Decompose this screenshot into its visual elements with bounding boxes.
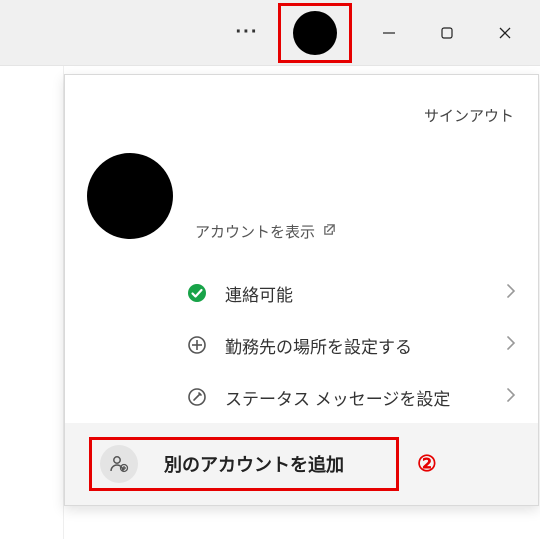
close-icon: [497, 25, 513, 41]
view-account-label: アカウントを表示: [195, 221, 315, 242]
profile-avatar-large: [87, 153, 173, 239]
set-status-message-row[interactable]: ステータス メッセージを設定: [65, 371, 538, 423]
set-status-message-label: ステータス メッセージを設定: [225, 385, 450, 410]
more-icon: ···: [236, 21, 259, 44]
available-status-icon: [185, 281, 209, 305]
close-button[interactable]: [476, 10, 534, 56]
set-location-row[interactable]: 勤務先の場所を設定する: [65, 319, 538, 371]
profile-button-highlight: [278, 3, 352, 63]
chevron-right-icon: [506, 335, 516, 356]
view-account-link[interactable]: アカウントを表示: [195, 221, 336, 242]
sign-out-link[interactable]: サインアウト: [424, 105, 514, 126]
minimize-icon: [382, 26, 396, 40]
add-account-label: 別のアカウントを追加: [164, 451, 344, 477]
window-titlebar: ···: [0, 0, 540, 66]
status-available-row[interactable]: 連絡可能: [65, 267, 538, 319]
profile-dropdown-panel: サインアウト アカウントを表示 連絡可能 勤務先の場所を設定する: [64, 74, 539, 506]
more-button[interactable]: ···: [218, 10, 276, 56]
maximize-button[interactable]: [418, 10, 476, 56]
chevron-right-icon: [506, 283, 516, 304]
edit-status-icon: [185, 385, 209, 409]
add-account-button[interactable]: 別のアカウントを追加: [89, 437, 399, 491]
external-link-icon: [323, 223, 336, 240]
set-location-label: 勤務先の場所を設定する: [225, 333, 412, 358]
annotation-marker-2: ②: [417, 451, 437, 477]
maximize-icon: [440, 26, 454, 40]
left-gutter: [0, 66, 64, 539]
status-menu: 連絡可能 勤務先の場所を設定する ステータス メッセージを設定: [65, 267, 538, 423]
status-available-label: 連絡可能: [225, 281, 293, 306]
location-icon: [185, 333, 209, 357]
panel-footer: 別のアカウントを追加 ②: [65, 423, 538, 505]
profile-avatar-button[interactable]: [293, 11, 337, 55]
minimize-button[interactable]: [360, 10, 418, 56]
add-account-icon: [100, 445, 138, 483]
chevron-right-icon: [506, 387, 516, 408]
